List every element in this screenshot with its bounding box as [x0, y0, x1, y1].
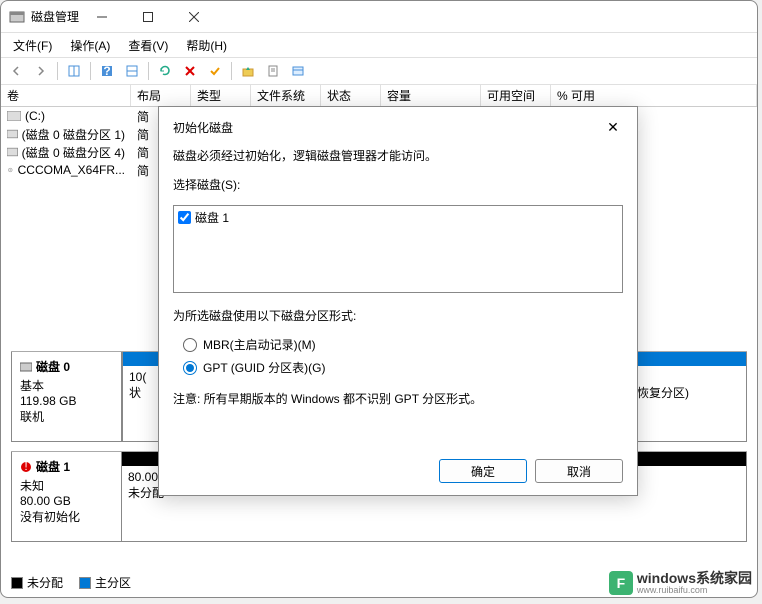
partition-style-label: 为所选磁盘使用以下磁盘分区形式: [173, 307, 623, 324]
volume-name: (磁盘 0 磁盘分区 1) [22, 126, 125, 143]
separator [90, 62, 91, 80]
forward-button[interactable] [30, 60, 52, 82]
partition-segment[interactable]: 10(状 [122, 352, 162, 441]
disk-kind: 基本 [20, 377, 113, 394]
toolbar-view2[interactable] [121, 60, 143, 82]
back-button[interactable] [5, 60, 27, 82]
ok-button[interactable]: 确定 [439, 459, 527, 483]
mbr-label: MBR(主启动记录)(M) [203, 336, 316, 353]
dialog-description: 磁盘必须经过初始化，逻辑磁盘管理器才能访问。 [173, 147, 623, 164]
col-free[interactable]: 可用空间 [481, 85, 551, 106]
titlebar: 磁盘管理 [1, 1, 757, 33]
watermark-main: windows系统家园 [637, 571, 752, 586]
volume-name: (C:) [25, 109, 45, 123]
select-disk-label: 选择磁盘(S): [173, 176, 623, 193]
legend-primary: 主分区 [95, 574, 131, 591]
window-title: 磁盘管理 [31, 8, 79, 25]
disk-info[interactable]: ! 磁盘 1 未知 80.00 GB 没有初始化 [12, 452, 122, 541]
dialog-note: 注意: 所有早期版本的 Windows 都不识别 GPT 分区形式。 [173, 390, 623, 407]
help-icon[interactable]: ? [96, 60, 118, 82]
menu-action[interactable]: 操作(A) [62, 35, 118, 56]
menubar: 文件(F) 操作(A) 查看(V) 帮助(H) [1, 33, 757, 57]
radio-gpt[interactable]: GPT (GUID 分区表)(G) [183, 359, 623, 376]
drive-icon [7, 111, 21, 121]
toolbar-view1[interactable] [63, 60, 85, 82]
disk-state: 没有初始化 [20, 508, 113, 525]
volume-name: (磁盘 0 磁盘分区 4) [22, 144, 125, 161]
dialog-title: 初始化磁盘 [173, 119, 233, 136]
toolbar: ? [1, 57, 757, 85]
maximize-button[interactable] [125, 2, 171, 32]
radio-icon [183, 338, 197, 352]
menu-view[interactable]: 查看(V) [120, 35, 176, 56]
delete-icon[interactable] [179, 60, 201, 82]
separator [148, 62, 149, 80]
close-button[interactable] [171, 2, 217, 32]
properties-icon[interactable] [262, 60, 284, 82]
partition-recovery[interactable]: (恢复分区) [626, 352, 746, 441]
radio-mbr[interactable]: MBR(主启动记录)(M) [183, 336, 623, 353]
svg-text:!: ! [24, 461, 27, 473]
volume-name: CCCOMA_X64FR... [18, 163, 125, 177]
disk-size: 119.98 GB [20, 394, 113, 408]
separator [57, 62, 58, 80]
disk-kind: 未知 [20, 477, 113, 494]
gpt-label: GPT (GUID 分区表)(G) [203, 359, 325, 376]
col-pct[interactable]: % 可用 [551, 85, 757, 106]
list-icon[interactable] [287, 60, 309, 82]
svg-text:?: ? [103, 64, 110, 78]
disk-label: 磁盘 1 [36, 458, 70, 475]
recovery-label: (恢复分区) [633, 384, 740, 401]
disk-size: 80.00 GB [20, 494, 113, 508]
legend: 未分配 主分区 [11, 574, 131, 591]
cancel-button[interactable]: 取消 [535, 459, 623, 483]
disk-select-list[interactable]: 磁盘 1 [173, 205, 623, 293]
radio-icon [183, 361, 197, 375]
legend-swatch-primary [79, 577, 91, 589]
col-fs[interactable]: 文件系统 [251, 85, 321, 106]
col-status[interactable]: 状态 [321, 85, 381, 106]
watermark-icon: F [609, 571, 633, 595]
menu-file[interactable]: 文件(F) [5, 35, 60, 56]
dialog-close-button[interactable]: ✕ [603, 117, 623, 137]
disk-info[interactable]: 磁盘 0 基本 119.98 GB 联机 [12, 352, 122, 441]
col-volume[interactable]: 卷 [1, 85, 131, 106]
grid-header: 卷 布局 类型 文件系统 状态 容量 可用空间 % 可用 [1, 85, 757, 107]
minimize-button[interactable] [79, 2, 125, 32]
app-icon [9, 9, 25, 25]
legend-unalloc: 未分配 [27, 574, 63, 591]
watermark: F windows系统家园 www.ruibaifu.com [609, 571, 752, 596]
disk-label: 磁盘 0 [36, 358, 70, 375]
warning-icon: ! [20, 461, 32, 473]
col-layout[interactable]: 布局 [131, 85, 191, 106]
initialize-disk-dialog: 初始化磁盘 ✕ 磁盘必须经过初始化，逻辑磁盘管理器才能访问。 选择磁盘(S): … [158, 106, 638, 496]
drive-icon [7, 147, 18, 157]
disk-item-label: 磁盘 1 [195, 209, 229, 226]
disk-icon [20, 361, 32, 373]
disk-list-item[interactable]: 磁盘 1 [176, 208, 620, 227]
menu-help[interactable]: 帮助(H) [178, 35, 235, 56]
folder-up-icon[interactable] [237, 60, 259, 82]
drive-icon [7, 129, 18, 139]
legend-swatch-unalloc [11, 577, 23, 589]
watermark-sub: www.ruibaifu.com [637, 586, 752, 596]
disk-state: 联机 [20, 408, 113, 425]
col-capacity[interactable]: 容量 [381, 85, 481, 106]
separator [231, 62, 232, 80]
col-type[interactable]: 类型 [191, 85, 251, 106]
refresh-icon[interactable] [154, 60, 176, 82]
disc-icon [7, 165, 14, 175]
check-icon[interactable] [204, 60, 226, 82]
disk-checkbox[interactable] [178, 211, 191, 224]
